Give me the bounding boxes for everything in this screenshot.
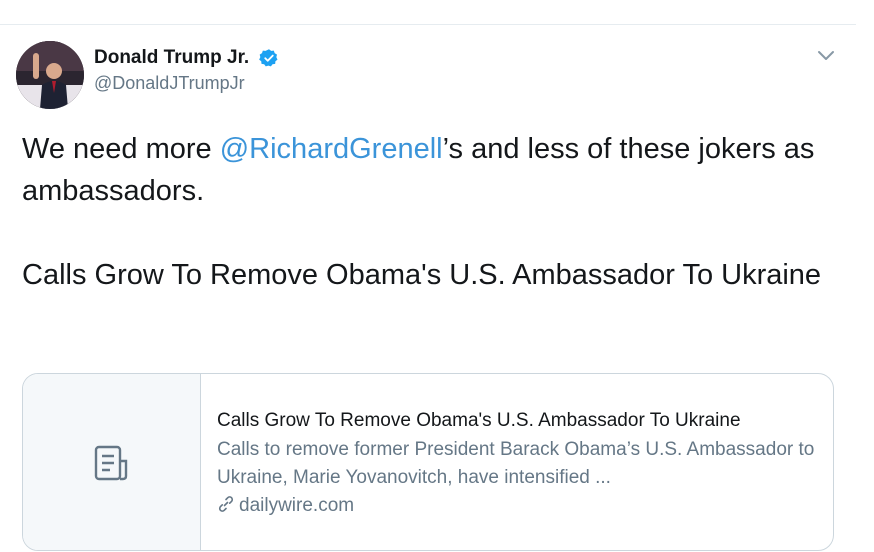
card-domain-text: dailywire.com bbox=[239, 495, 355, 516]
author-handle[interactable]: @DonaldJTrumpJr bbox=[94, 73, 279, 94]
avatar-image bbox=[16, 41, 84, 109]
document-icon bbox=[94, 445, 128, 481]
tweet-text-line1: We need more @RichardGrenell’s and less … bbox=[22, 128, 852, 212]
card-thumbnail bbox=[23, 374, 201, 550]
chevron-down-icon[interactable] bbox=[816, 49, 836, 63]
card-body: Calls Grow To Remove Obama's U.S. Ambass… bbox=[217, 408, 823, 520]
card-description: Calls to remove former President Barack … bbox=[217, 439, 815, 488]
card-title: Calls Grow To Remove Obama's U.S. Ambass… bbox=[217, 410, 741, 431]
tweet-text-prefix: We need more bbox=[22, 133, 220, 165]
tweet-text-line2: Calls Grow To Remove Obama's U.S. Ambass… bbox=[22, 259, 822, 291]
author-display-name[interactable]: Donald Trump Jr. bbox=[94, 47, 249, 69]
verified-badge-icon bbox=[258, 49, 278, 67]
divider bbox=[0, 24, 856, 25]
avatar[interactable] bbox=[16, 41, 84, 109]
author-block[interactable]: Donald Trump Jr. @DonaldJTrumpJr bbox=[94, 47, 279, 94]
card-domain: dailywire.com bbox=[217, 492, 823, 520]
mention-link[interactable]: @RichardGrenell bbox=[220, 133, 443, 165]
link-icon bbox=[218, 496, 234, 512]
link-card[interactable]: Calls Grow To Remove Obama's U.S. Ambass… bbox=[22, 373, 834, 551]
tweet-text: We need more @RichardGrenell’s and less … bbox=[22, 128, 852, 296]
